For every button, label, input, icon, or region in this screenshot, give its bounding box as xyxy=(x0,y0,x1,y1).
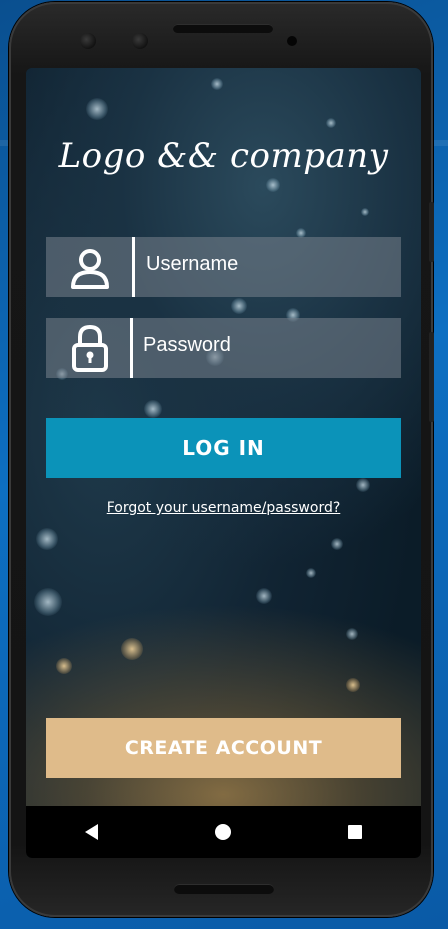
bokeh-light xyxy=(36,528,58,550)
forgot-credentials-link[interactable]: Forgot your username/password? xyxy=(26,500,421,516)
bokeh-light xyxy=(144,400,162,418)
login-button[interactable]: LOG IN xyxy=(46,418,401,478)
lock-icon xyxy=(46,318,134,378)
bokeh-light xyxy=(121,638,143,660)
proximity-sensor xyxy=(287,36,297,46)
recents-icon[interactable] xyxy=(335,812,375,852)
bokeh-light xyxy=(346,628,358,640)
field-divider xyxy=(132,237,135,297)
bokeh-light xyxy=(361,208,369,216)
front-sensor-icon xyxy=(132,33,148,49)
app-screen: Logo && company Username Password LOG IN… xyxy=(26,68,421,858)
bokeh-light xyxy=(306,568,316,578)
bokeh-light xyxy=(56,658,72,674)
front-camera-icon xyxy=(80,33,96,49)
system-nav-bar xyxy=(26,806,421,858)
volume-button xyxy=(429,202,434,262)
bokeh-light xyxy=(346,678,360,692)
bokeh-light xyxy=(34,588,62,616)
bokeh-light xyxy=(266,178,280,192)
bokeh-light xyxy=(356,478,370,492)
bokeh-light xyxy=(331,538,343,550)
bokeh-light xyxy=(231,298,247,314)
home-icon[interactable] xyxy=(203,812,243,852)
create-account-button[interactable]: CREATE ACCOUNT xyxy=(46,718,401,778)
bokeh-light xyxy=(86,98,108,120)
earpiece-speaker xyxy=(173,24,273,33)
user-icon xyxy=(46,237,134,297)
username-placeholder: Username xyxy=(146,253,239,275)
bokeh-light xyxy=(326,118,336,128)
power-button xyxy=(429,332,434,422)
field-divider xyxy=(130,318,133,378)
bokeh-light xyxy=(211,78,223,90)
username-field[interactable]: Username xyxy=(46,237,401,297)
password-field[interactable]: Password xyxy=(46,318,401,378)
bottom-speaker xyxy=(174,884,274,894)
password-placeholder: Password xyxy=(143,334,231,356)
bokeh-light xyxy=(256,588,272,604)
back-icon[interactable] xyxy=(72,812,112,852)
company-logo: Logo && company xyxy=(58,136,389,176)
